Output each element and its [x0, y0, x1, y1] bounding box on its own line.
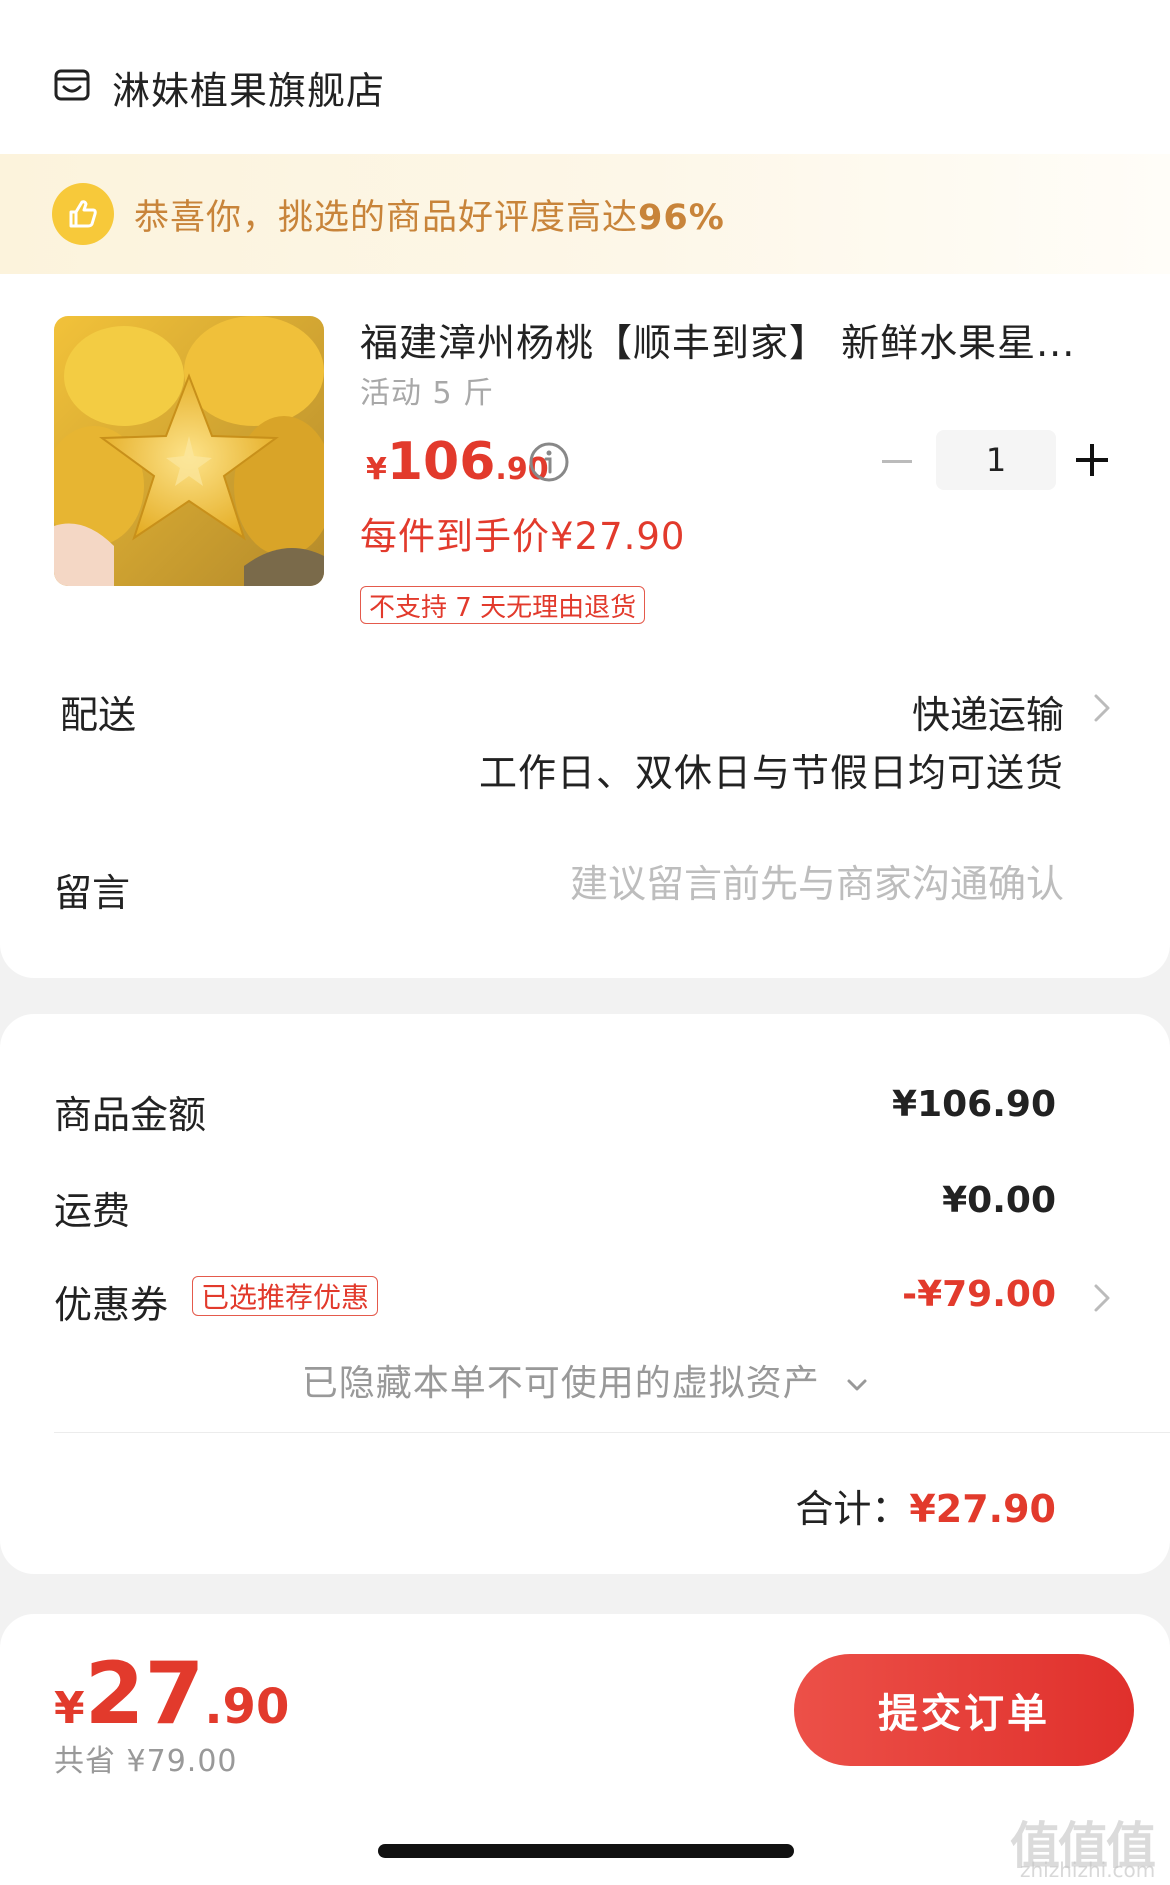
total-label: 合计： — [795, 1487, 910, 1531]
final-price-symbol: ¥ — [54, 1683, 85, 1734]
final-price-decimal: .90 — [204, 1679, 290, 1735]
chevron-down-icon — [847, 1379, 867, 1391]
submit-order-button[interactable]: 提交订单 — [794, 1654, 1134, 1766]
watermark-url: zhizhizhi.com — [1020, 1858, 1156, 1882]
goods-amount-label: 商品金额 — [54, 1093, 207, 1137]
price-integer: 106 — [386, 432, 496, 492]
delivery-method[interactable]: 快递运输 — [912, 684, 1064, 739]
quantity-decrease-button[interactable] — [880, 444, 914, 478]
store-icon — [52, 65, 112, 109]
unit-price: 每件到手价¥27.90 — [360, 515, 686, 558]
message-label: 留言 — [54, 871, 131, 915]
rating-banner: 恭喜你，挑选的商品好评度高达96% — [0, 154, 1170, 274]
final-price-integer: 27 — [84, 1644, 205, 1744]
shipping-value: ¥0.00 — [942, 1180, 1056, 1221]
thumbs-up-icon — [52, 183, 114, 245]
coupon-value[interactable]: -¥79.00 — [902, 1274, 1056, 1315]
quantity-input[interactable]: 1 — [936, 430, 1056, 490]
product-title[interactable]: 福建漳州杨桃【顺丰到家】 新鲜水果星... — [360, 312, 1090, 362]
checkout-bar: ¥ 27 .90 共省 ¥79.00 提交订单 — [0, 1614, 1170, 1885]
price-summary-card: 商品金额 ¥106.90 运费 ¥0.00 优惠券 已选推荐优惠 -¥79.00… — [0, 1014, 1170, 1574]
coupon-tag[interactable]: 已选推荐优惠 — [192, 1276, 379, 1316]
checkout-page: 淋妹植果旗舰店 恭喜你，挑选的商品好评度高达96% 福建漳州杨桃【顺丰到家】 新… — [0, 0, 1170, 1885]
product-image[interactable] — [54, 316, 324, 586]
shipping-label: 运费 — [54, 1189, 131, 1233]
hidden-assets-text: 已隐藏本单不可使用的虚拟资产 — [301, 1363, 820, 1404]
return-policy-tag: 不支持 7 天无理由退货 — [360, 586, 646, 624]
saved-amount: 共省 ¥79.00 — [54, 1744, 238, 1779]
product-spec[interactable]: 活动 5 斤 — [360, 368, 494, 412]
total-row: 合计： ¥27.90 — [795, 1478, 1056, 1533]
hidden-assets-toggle[interactable]: 已隐藏本单不可使用的虚拟资产 — [0, 1354, 1170, 1406]
delivery-note: 工作日、双休日与节假日均可送货 — [478, 751, 1064, 795]
order-card: 淋妹植果旗舰店 恭喜你，挑选的商品好评度高达96% 福建漳州杨桃【顺丰到家】 新… — [0, 0, 1170, 978]
quantity-increase-button[interactable] — [1076, 442, 1112, 478]
divider — [54, 1432, 1170, 1433]
coupon-label[interactable]: 优惠券 — [54, 1274, 168, 1329]
goods-amount-value: ¥106.90 — [892, 1084, 1056, 1125]
shop-name: 淋妹植果旗舰店 — [112, 68, 386, 113]
rating-percent: 96% — [638, 197, 725, 238]
price-symbol: ¥ — [366, 452, 387, 487]
product-price: ¥ 106 .90 — [366, 432, 549, 492]
delivery-label: 配送 — [60, 693, 137, 737]
message-input[interactable] — [464, 856, 1064, 912]
home-indicator[interactable] — [378, 1844, 794, 1858]
shop-header[interactable]: 淋妹植果旗舰店 — [52, 62, 386, 113]
rating-text: 恭喜你，挑选的商品好评度高达96% — [134, 197, 725, 238]
total-value: ¥27.90 — [909, 1487, 1056, 1531]
final-price: ¥ 27 .90 — [54, 1644, 289, 1744]
